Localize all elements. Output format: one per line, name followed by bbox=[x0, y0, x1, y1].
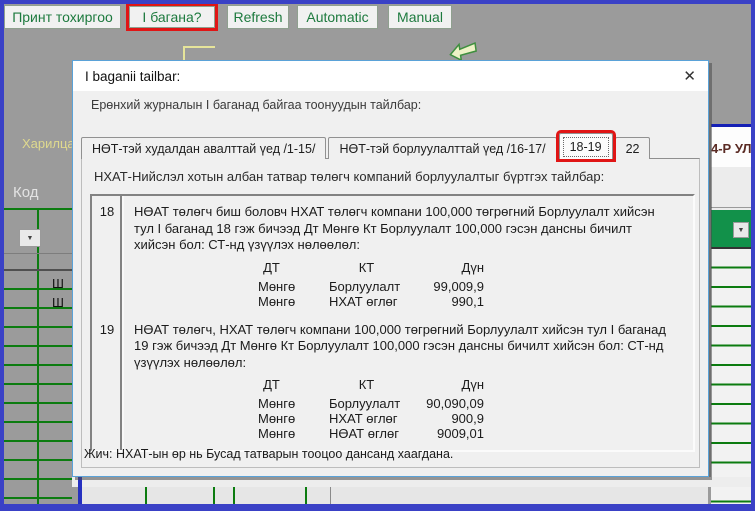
automatic-button[interactable]: Automatic bbox=[297, 5, 378, 29]
table-cell: Мөнгө bbox=[234, 411, 309, 426]
table-cell: НХАТ өглөг bbox=[309, 294, 424, 309]
entry-text: НӨАТ төлөгч, НХАТ төлөгч компани 100,000… bbox=[134, 322, 677, 372]
table-cell: 99,009,9 bbox=[424, 279, 484, 294]
table-cell: Борлуулалт bbox=[309, 396, 424, 411]
background-under-dialog bbox=[72, 477, 751, 487]
tab-22[interactable]: 22 bbox=[615, 137, 651, 159]
tab-panel-18-19: НХАТ-Нийслэл хотын албан татвар төлөгч к… bbox=[81, 158, 700, 468]
window-border bbox=[751, 0, 755, 511]
dialog-intro-label: Ерөнхий журналын I баганад байгаа тоонуу… bbox=[91, 98, 421, 112]
i-column-button[interactable]: I багана? bbox=[129, 6, 215, 28]
background-spreadsheet-left: Харилцаг Код ▼ Ш Ш bbox=[4, 28, 72, 504]
refresh-button[interactable]: Refresh bbox=[227, 5, 289, 29]
panel-note-label: Жич: НХАТ-ын өр нь Бусад татварын тооцоо… bbox=[84, 447, 453, 461]
grid-line bbox=[145, 487, 147, 504]
chevron-down-icon: ▼ bbox=[27, 235, 34, 242]
table-header: КТ bbox=[309, 377, 424, 396]
table-cell: Мөнгө bbox=[234, 426, 309, 441]
grid-line bbox=[233, 487, 235, 504]
entry-18: 18 НӨАТ төлөгч биш боловч НХАТ төлөгч ко… bbox=[92, 204, 693, 309]
table-cell: Борлуулалт bbox=[309, 279, 424, 294]
tab-strip: НӨТ-тэй худалдан авалттай үед /1-15/ НӨТ… bbox=[81, 133, 652, 159]
table-header: КТ bbox=[309, 260, 424, 279]
entry-account-table: ДТ КТ Дүн Мөнгө Борлуулалт 99,009,9 Мөнг… bbox=[234, 260, 677, 309]
grid-line bbox=[305, 487, 307, 504]
table-header: Дүн bbox=[424, 377, 484, 396]
filter-dropdown-button[interactable]: ▼ bbox=[733, 222, 749, 238]
filter-dropdown-button[interactable]: ▼ bbox=[19, 229, 41, 247]
print-settings-button[interactable]: Принт тохиргоо bbox=[4, 5, 121, 29]
entry-text: НӨАТ төлөгч биш боловч НХАТ төлөгч компа… bbox=[134, 204, 677, 254]
spreadsheet-row-bottom bbox=[82, 487, 708, 504]
table-cell: Мөнгө bbox=[234, 396, 309, 411]
manual-button[interactable]: Manual bbox=[388, 5, 452, 29]
grid-line bbox=[213, 487, 215, 504]
entry-code: 18 bbox=[92, 204, 122, 309]
entry-body: НӨАТ төлөгч биш боловч НХАТ төлөгч компа… bbox=[122, 204, 693, 309]
close-icon[interactable]: ✕ bbox=[683, 69, 696, 84]
period-header-cell: 4-Р УЛ bbox=[711, 127, 751, 167]
table-cell: Мөнгө bbox=[234, 294, 309, 309]
tab-18-19[interactable]: 18-19 bbox=[559, 133, 613, 159]
window-border bbox=[0, 504, 755, 511]
green-header-cell: ▼ bbox=[711, 210, 751, 247]
grid-line bbox=[330, 487, 331, 504]
entry-account-table: ДТ КТ Дүн Мөнгө Борлуулалт 90,090,09 Мөн… bbox=[234, 377, 677, 441]
spreadsheet-rows-right bbox=[711, 249, 751, 504]
table-header: ДТ bbox=[234, 377, 309, 396]
cell-value: Ш bbox=[52, 276, 64, 291]
dialog-i-column-info: I baganii tailbar: ✕ Ерөнхий журналын I … bbox=[72, 60, 709, 477]
table-cell: Мөнгө bbox=[234, 279, 309, 294]
cell-value: Ш bbox=[52, 295, 64, 310]
annotation-highlight-i-column: I багана? bbox=[126, 3, 218, 31]
undo-arrow-icon bbox=[448, 41, 478, 61]
entry-body: НӨАТ төлөгч, НХАТ төлөгч компани 100,000… bbox=[122, 322, 693, 442]
window-border bbox=[0, 0, 4, 511]
dialog-titlebar: I baganii tailbar: ✕ bbox=[73, 61, 708, 91]
table-cell: 90,090,09 bbox=[424, 396, 484, 411]
background-spreadsheet-right: 4-Р УЛ ▼ bbox=[711, 60, 751, 504]
tab-vat-sales[interactable]: НӨТ-тэй борлуулалттай үед /16-17/ bbox=[328, 137, 556, 159]
period-header-label: 4-Р УЛ bbox=[711, 141, 751, 156]
dialog-title: I baganii tailbar: bbox=[85, 69, 180, 84]
code-column-divider bbox=[120, 196, 124, 450]
entry-code: 19 bbox=[92, 322, 122, 442]
chevron-down-icon: ▼ bbox=[738, 227, 745, 234]
panel-header-label: НХАТ-Нийслэл хотын албан татвар төлөгч к… bbox=[94, 169, 604, 184]
table-cell: 900,9 bbox=[424, 411, 484, 426]
table-cell: 990,1 bbox=[424, 294, 484, 309]
partner-column-label: Харилцаг bbox=[22, 136, 72, 151]
table-header: Дүн bbox=[424, 260, 484, 279]
table-cell: НӨАТ өглөг bbox=[309, 426, 424, 441]
tab-vat-purchases[interactable]: НӨТ-тэй худалдан авалттай үед /1-15/ bbox=[81, 137, 326, 159]
window-border bbox=[0, 0, 755, 4]
explanation-box: 18 НӨАТ төлөгч биш боловч НХАТ төлөгч ко… bbox=[90, 194, 695, 452]
grid-line bbox=[4, 253, 72, 254]
table-cell: 9009,01 bbox=[424, 426, 484, 441]
entry-19: 19 НӨАТ төлөгч, НХАТ төлөгч компани 100,… bbox=[92, 322, 693, 442]
code-column-label: Код bbox=[13, 184, 39, 201]
table-header: ДТ bbox=[234, 260, 309, 279]
table-cell: НХАТ өглөг bbox=[309, 411, 424, 426]
pane-divider bbox=[78, 477, 82, 504]
header-cell bbox=[711, 167, 751, 210]
application-window: Харилцаг Код ▼ Ш Ш 4-Р УЛ ▼ bbox=[0, 0, 755, 511]
grid-line bbox=[711, 207, 751, 208]
